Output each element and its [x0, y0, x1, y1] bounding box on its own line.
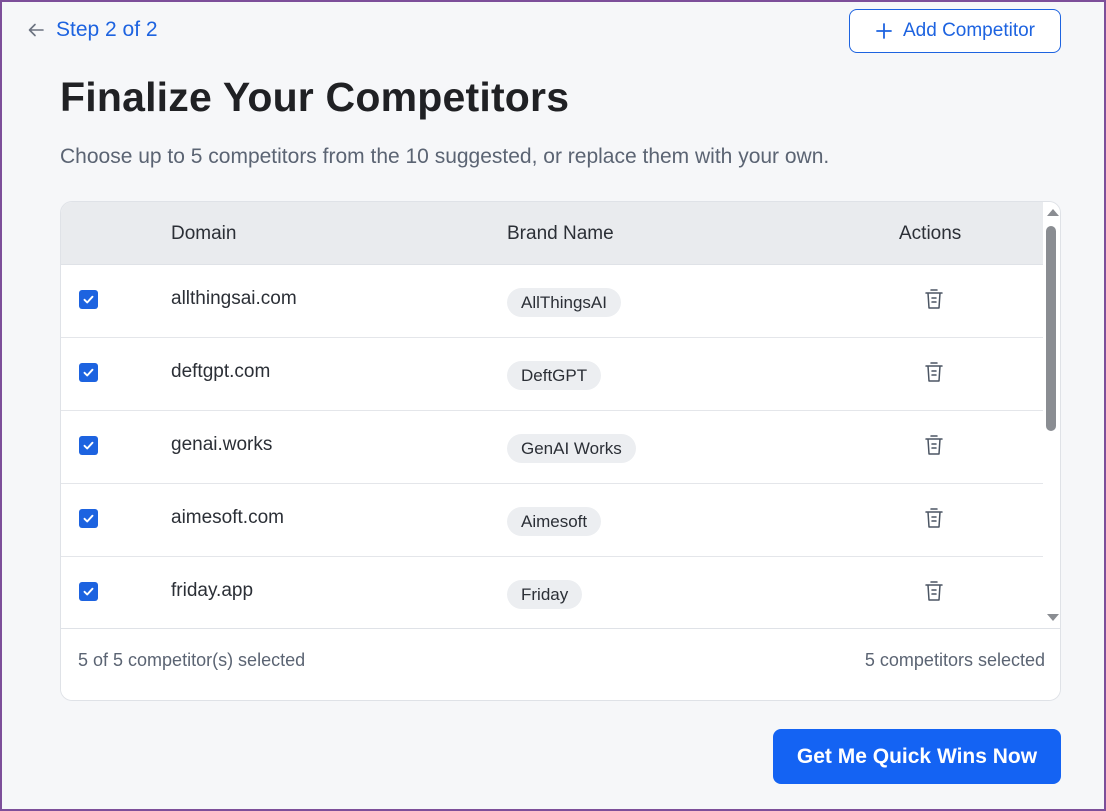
column-header-domain: Domain	[171, 222, 237, 244]
row-checkbox[interactable]	[79, 509, 98, 528]
arrow-left-icon	[26, 20, 46, 40]
table-row: aimesoft.com Aimesoft	[61, 484, 1043, 557]
brand-name-chip: DeftGPT	[507, 361, 602, 390]
row-checkbox[interactable]	[79, 290, 98, 309]
checkmark-icon	[83, 368, 94, 377]
table-row: friday.app Friday	[61, 557, 1043, 630]
table-row: allthingsai.com AllThingsAI	[61, 265, 1043, 338]
trash-icon[interactable]	[923, 506, 945, 530]
table-row: genai.works GenAI Works	[61, 411, 1043, 484]
row-checkbox[interactable]	[79, 582, 98, 601]
add-competitor-label: Add Competitor	[902, 20, 1035, 41]
plus-icon	[875, 22, 893, 40]
row-domain: allthingsai.com	[171, 288, 297, 309]
row-domain: friday.app	[171, 580, 254, 601]
table-scrollbar[interactable]	[1043, 202, 1060, 628]
trash-icon[interactable]	[923, 433, 945, 457]
row-checkbox[interactable]	[79, 436, 98, 455]
scroll-down-arrow-icon[interactable]	[1047, 614, 1059, 621]
row-domain: aimesoft.com	[171, 507, 284, 528]
brand-name-chip: Friday	[507, 580, 583, 609]
trash-icon[interactable]	[923, 360, 945, 384]
selection-summary: 5 competitors selected	[864, 650, 1045, 670]
trash-icon[interactable]	[923, 287, 945, 311]
checkmark-icon	[83, 295, 94, 304]
back-link[interactable]: Step 2 of 2	[26, 16, 158, 44]
column-header-actions: Actions	[899, 222, 962, 244]
page-subtitle: Choose up to 5 competitors from the 10 s…	[60, 145, 830, 168]
trash-icon[interactable]	[923, 579, 945, 603]
add-competitor-button[interactable]: Add Competitor	[849, 9, 1061, 53]
row-domain: deftgpt.com	[171, 361, 271, 382]
table-footer: 5 of 5 competitor(s) selected 5 competit…	[61, 628, 1060, 700]
page-title: Finalize Your Competitors	[60, 74, 570, 120]
step-indicator: Step 2 of 2	[56, 18, 158, 41]
row-domain: genai.works	[171, 434, 273, 455]
scrollbar-thumb[interactable]	[1046, 226, 1056, 431]
brand-name-chip: GenAI Works	[507, 434, 636, 463]
checkmark-icon	[83, 441, 94, 450]
scroll-up-arrow-icon[interactable]	[1047, 209, 1059, 216]
checkmark-icon	[83, 587, 94, 596]
row-checkbox[interactable]	[79, 363, 98, 382]
checkmark-icon	[83, 514, 94, 523]
get-quick-wins-button[interactable]: Get Me Quick Wins Now	[773, 729, 1061, 784]
column-header-brand: Brand Name	[507, 222, 614, 244]
table-header: Domain Brand Name Actions	[61, 202, 1043, 265]
app-frame: Step 2 of 2 Add Competitor Finalize Your…	[0, 0, 1106, 811]
brand-name-chip: AllThingsAI	[507, 288, 621, 317]
brand-name-chip: Aimesoft	[507, 507, 602, 536]
competitors-table: Domain Brand Name Actions allthingsai.co…	[60, 201, 1061, 701]
selection-count: 5 of 5 competitor(s) selected	[78, 650, 306, 670]
table-row: deftgpt.com DeftGPT	[61, 338, 1043, 411]
